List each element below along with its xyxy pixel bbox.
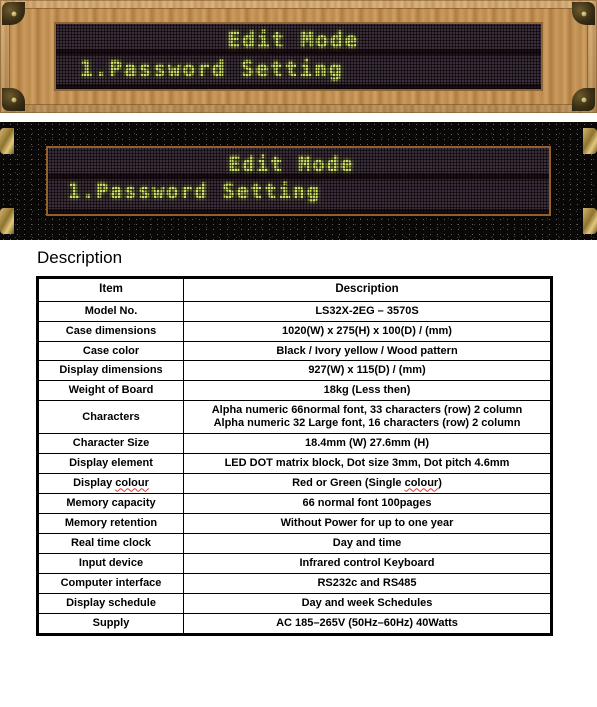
value-suffix: ) bbox=[438, 477, 442, 490]
table-row: Computer interface RS232c and RS485 bbox=[37, 573, 552, 595]
wood-frame-led-sign: Edit Mode 1.Password Setting bbox=[0, 0, 597, 113]
row-item-label: Memory retention bbox=[37, 513, 184, 535]
row-item-value: 66 normal font 100pages bbox=[183, 493, 552, 515]
row-item-label: Character Size bbox=[37, 433, 184, 455]
table-row: Case dimensions 1020(W) x 275(H) x 100(D… bbox=[37, 320, 552, 342]
spellcheck-flagged-word: colour bbox=[115, 477, 149, 490]
row-item-label: Display colour bbox=[37, 473, 184, 495]
row-item-label: Display dimensions bbox=[37, 360, 184, 382]
row-item-value: 18kg (Less then) bbox=[183, 380, 552, 402]
row-item-value: Day and week Schedules bbox=[183, 593, 552, 615]
led-display-bezel-2: Edit Mode 1.Password Setting bbox=[46, 146, 551, 216]
specification-table-body: Item Description Model No. LS32X-2EG – 3… bbox=[37, 277, 552, 636]
table-row: Memory retention Without Power for up to… bbox=[37, 513, 552, 535]
row-item-value: Day and time bbox=[183, 533, 552, 555]
row-item-value: 927(W) x 115(D) / (mm) bbox=[183, 360, 552, 382]
characters-line-1: Alpha numeric 66normal font, 33 characte… bbox=[211, 404, 523, 417]
led-screen-2: Edit Mode 1.Password Setting bbox=[48, 148, 549, 214]
row-item-label: Characters bbox=[37, 400, 184, 435]
table-row: Character Size 18.4mm (W) 27.6mm (H) bbox=[37, 433, 552, 455]
row-item-label: Case color bbox=[37, 340, 184, 362]
row-item-label: Supply bbox=[37, 613, 184, 636]
led-screen-1: Edit Mode 1.Password Setting bbox=[56, 24, 541, 89]
table-row: Display colour Red or Green (Single colo… bbox=[37, 473, 552, 495]
row-item-value: Black / Ivory yellow / Wood pattern bbox=[183, 340, 552, 362]
row-item-label: Computer interface bbox=[37, 573, 184, 595]
dark-frame-led-sign: Edit Mode 1.Password Setting bbox=[0, 122, 597, 240]
page-title: Description bbox=[37, 248, 123, 267]
row-item-label: Display schedule bbox=[37, 593, 184, 615]
row-item-value: LED DOT matrix block, Dot size 3mm, Dot … bbox=[183, 453, 552, 475]
spellcheck-flagged-word: colour bbox=[404, 477, 439, 490]
row-item-label: Case dimensions bbox=[37, 320, 184, 342]
table-row: Model No. LS32X-2EG – 3570S bbox=[37, 300, 552, 322]
gold-bracket-top-left-icon bbox=[0, 128, 14, 154]
table-row: Supply AC 185–265V (50Hz–60Hz) 40Watts bbox=[37, 613, 552, 636]
row-item-label: Display element bbox=[37, 453, 184, 475]
column-header-item: Item bbox=[37, 277, 184, 302]
row-item-label: Input device bbox=[37, 553, 184, 575]
table-row: Characters Alpha numeric 66normal font, … bbox=[37, 400, 552, 435]
table-row: Case color Black / Ivory yellow / Wood p… bbox=[37, 340, 552, 362]
row-item-label: Real time clock bbox=[37, 533, 184, 555]
row-item-label: Memory capacity bbox=[37, 493, 184, 515]
gold-bracket-top-right-icon bbox=[583, 128, 597, 154]
table-row: Display dimensions 927(W) x 115(D) / (mm… bbox=[37, 360, 552, 382]
table-row: Memory capacity 66 normal font 100pages bbox=[37, 493, 552, 515]
table-row: Weight of Board 18kg (Less then) bbox=[37, 380, 552, 402]
led-display-bezel-1: Edit Mode 1.Password Setting bbox=[54, 22, 543, 91]
specification-table: Item Description Model No. LS32X-2EG – 3… bbox=[36, 276, 553, 637]
row-item-value: Red or Green (Single colour) bbox=[183, 473, 552, 495]
row-item-value: LS32X-2EG – 3570S bbox=[183, 300, 552, 322]
table-row: Real time clock Day and time bbox=[37, 533, 552, 555]
row-item-label: Weight of Board bbox=[37, 380, 184, 402]
row-item-value: RS232c and RS485 bbox=[183, 573, 552, 595]
label-prefix: Display bbox=[73, 477, 116, 490]
led-text-line-1: Edit Mode bbox=[227, 28, 360, 52]
characters-line-2: Alpha numeric 32 Large font, 16 characte… bbox=[213, 417, 521, 430]
row-item-value: 1020(W) x 275(H) x 100(D) / (mm) bbox=[183, 320, 552, 342]
led-text-line-1: Edit Mode bbox=[228, 152, 355, 176]
gold-bracket-bottom-left-icon bbox=[0, 208, 14, 234]
row-item-value: Without Power for up to one year bbox=[183, 513, 552, 535]
table-row: Display element LED DOT matrix block, Do… bbox=[37, 453, 552, 475]
column-header-description: Description bbox=[183, 277, 552, 302]
table-row: Display schedule Day and week Schedules bbox=[37, 593, 552, 615]
row-item-value: Infrared control Keyboard bbox=[183, 553, 552, 575]
led-text-line-2: 1.Password Setting bbox=[80, 57, 344, 81]
value-prefix: Red or Green (Single bbox=[292, 477, 405, 490]
row-item-value: Alpha numeric 66normal font, 33 characte… bbox=[183, 400, 552, 435]
row-item-label: Model No. bbox=[37, 300, 184, 322]
row-item-value: AC 185–265V (50Hz–60Hz) 40Watts bbox=[183, 613, 552, 636]
row-item-value: 18.4mm (W) 27.6mm (H) bbox=[183, 433, 552, 455]
table-row: Input device Infrared control Keyboard bbox=[37, 553, 552, 575]
frame-screw-bottom-right-icon bbox=[572, 88, 595, 111]
gold-bracket-bottom-right-icon bbox=[583, 208, 597, 234]
table-header-row: Item Description bbox=[37, 277, 552, 302]
led-text-line-2: 1.Password Setting bbox=[68, 179, 321, 203]
